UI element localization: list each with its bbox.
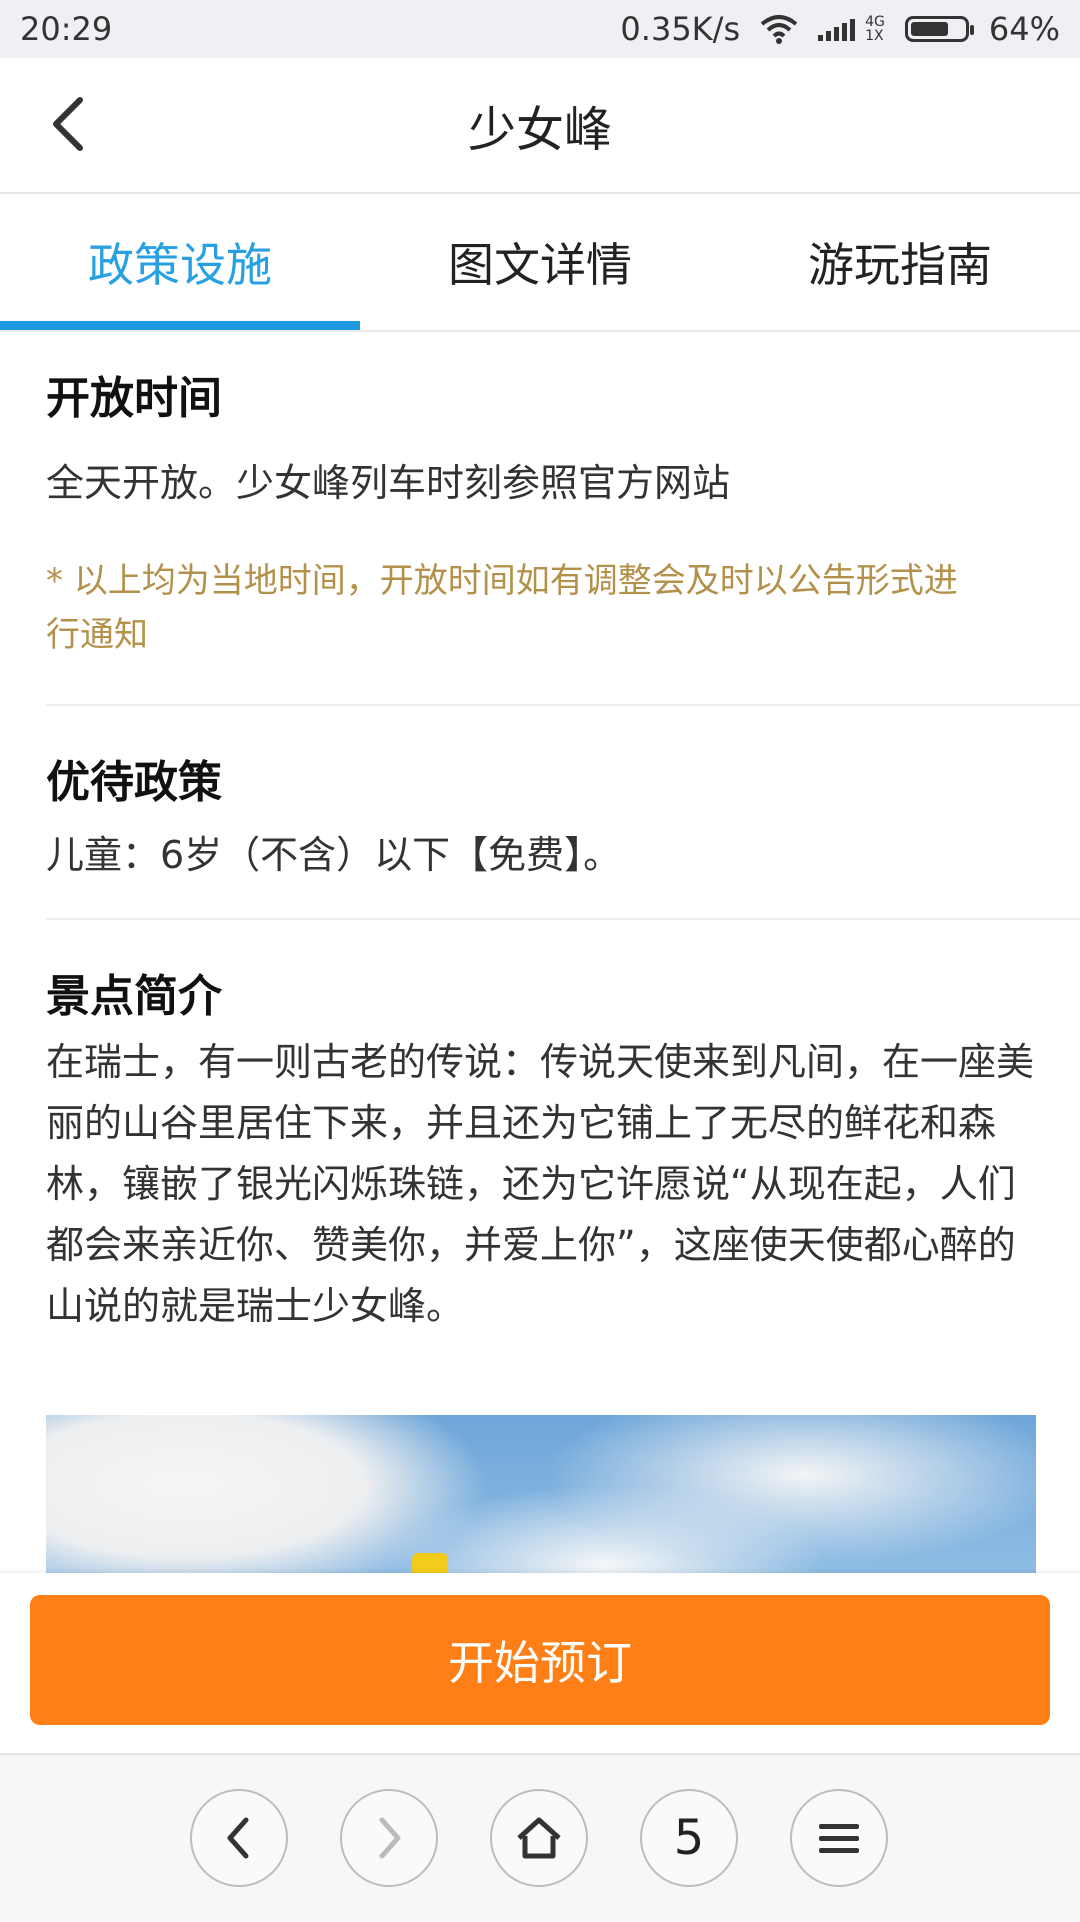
nav-menu-button[interactable] <box>790 1789 888 1887</box>
section-title: 优待政策 <box>46 757 222 808</box>
network-type-4g: 4G <box>865 14 885 30</box>
policy-text: 儿童：6岁（不含）以下【免费】。 <box>46 833 622 877</box>
chevron-left-icon <box>227 1817 249 1859</box>
network-type-1x: 1X <box>865 28 884 44</box>
intro-section: 景点简介 在瑞士，有一则古老的传说：传说天使来到凡间，在一座美丽的山谷里居住下来… <box>46 920 1080 1440</box>
chevron-left-icon <box>53 97 83 151</box>
status-time: 20:29 <box>20 10 113 48</box>
back-button[interactable] <box>28 84 108 164</box>
wifi-icon <box>760 15 798 44</box>
tab-bar: 政策设施 图文详情 游玩指南 <box>0 194 1080 332</box>
menu-icon <box>819 1824 859 1853</box>
battery-icon <box>904 16 974 42</box>
nav-home-button[interactable] <box>490 1789 588 1887</box>
policy-section: 优待政策 儿童：6岁（不含）以下【免费】。 <box>46 706 1080 920</box>
intro-text: 在瑞士，有一则古老的传说：传说天使来到凡间，在一座美丽的山谷里居住下来，并且还为… <box>46 1040 1035 1328</box>
status-indicators: 0.35K/s 4G 1X 64% <box>620 10 1060 48</box>
section-title: 开放时间 <box>46 373 222 424</box>
tab-policy-facilities[interactable]: 政策设施 <box>0 194 360 330</box>
booking-bar: 开始预订 <box>0 1573 1080 1753</box>
photo-flag <box>412 1553 448 1573</box>
browser-nav: 5 <box>0 1753 1080 1922</box>
status-bar: 20:29 0.35K/s 4G 1X 64% <box>0 0 1080 58</box>
network-type: 4G 1X <box>865 15 885 43</box>
scenic-photo <box>46 1415 1036 1573</box>
network-speed: 0.35K/s <box>620 10 741 48</box>
page-title: 少女峰 <box>467 102 612 158</box>
content-area: 开放时间 全天开放。少女峰列车时刻参照官方网站 * 以上均为当地时间，开放时间如… <box>46 332 1080 1440</box>
tab-graphic-details[interactable]: 图文详情 <box>360 194 720 330</box>
chevron-right-icon <box>379 1817 401 1859</box>
tab-play-guide[interactable]: 游玩指南 <box>720 194 1080 330</box>
nav-back-button[interactable] <box>190 1789 288 1887</box>
nav-forward-button[interactable] <box>340 1789 438 1887</box>
home-icon <box>517 1817 561 1859</box>
start-booking-button[interactable]: 开始预订 <box>30 1595 1050 1725</box>
nav-tabs-button[interactable]: 5 <box>640 1789 738 1887</box>
title-bar: 少女峰 <box>0 58 1080 194</box>
section-title: 景点简介 <box>46 971 222 1022</box>
battery-percent: 64% <box>988 10 1060 48</box>
open-time-note: * 以上均为当地时间，开放时间如有调整会及时以公告形式进行通知 <box>46 561 958 655</box>
open-time-section: 开放时间 全天开放。少女峰列车时刻参照官方网站 * 以上均为当地时间，开放时间如… <box>46 332 1080 706</box>
signal-icon <box>818 17 856 41</box>
open-time-text: 全天开放。少女峰列车时刻参照官方网站 <box>46 461 731 505</box>
